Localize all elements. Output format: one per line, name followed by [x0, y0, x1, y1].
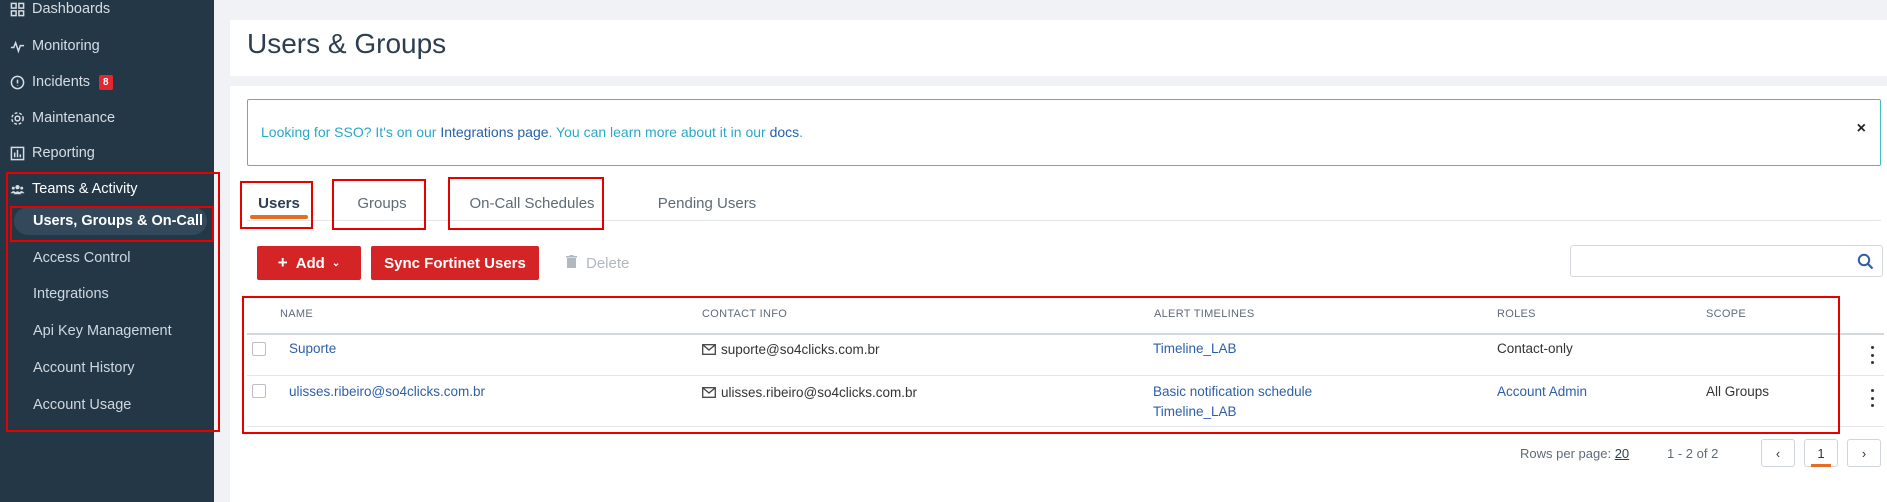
sidebar-subitem-label: Users, Groups & On-Call	[33, 213, 204, 229]
prev-page-button[interactable]: ‹	[1761, 439, 1795, 467]
next-page-button[interactable]: ›	[1847, 439, 1881, 467]
sidebar: Dashboards Monitoring Incidents 8 Mainte…	[0, 0, 214, 502]
column-header-scope[interactable]: SCOPE	[1706, 308, 1746, 320]
sidebar-item-label: Incidents	[32, 74, 91, 90]
sidebar-subitem-label: Access Control	[33, 250, 131, 266]
sidebar-subitem-api-key-management[interactable]: Api Key Management	[33, 316, 172, 346]
page-header: Users & Groups	[230, 20, 1887, 76]
sso-info-alert: Looking for SSO? It's on our Integration…	[247, 99, 1881, 166]
sidebar-item-dashboards[interactable]: Dashboards	[0, 0, 214, 24]
pagination-range: 1 - 2 of 2	[1667, 446, 1719, 461]
sidebar-item-label: Reporting	[32, 145, 95, 161]
sidebar-subitem-account-usage[interactable]: Account Usage	[33, 390, 131, 420]
incidents-count-badge: 8	[99, 74, 113, 90]
plus-icon: +	[277, 253, 288, 272]
alert-timeline-link[interactable]: Basic notification schedule	[1153, 384, 1312, 399]
tab-pending-users[interactable]: Pending Users	[651, 186, 763, 220]
user-scope: All Groups	[1706, 384, 1770, 399]
sidebar-item-incidents[interactable]: Incidents 8	[0, 67, 214, 97]
bar-chart-icon	[9, 145, 25, 161]
rows-per-page-select[interactable]: 20	[1615, 446, 1629, 461]
column-header-alert-timelines[interactable]: ALERT TIMELINES	[1154, 308, 1254, 320]
sidebar-item-label: Teams & Activity	[32, 181, 138, 197]
close-icon[interactable]: ×	[1857, 120, 1866, 138]
rows-per-page: Rows per page: 20	[1520, 446, 1629, 461]
add-button-label: Add	[295, 254, 325, 272]
delete-button-label: Delete	[586, 254, 630, 272]
dashboard-icon	[9, 1, 25, 17]
row-actions-menu-icon[interactable]	[1866, 346, 1878, 364]
active-tab-indicator	[250, 215, 308, 219]
sidebar-subitem-label: Account History	[33, 360, 135, 376]
user-role: Contact-only	[1497, 341, 1573, 356]
alert-text: .	[799, 124, 804, 140]
users-icon	[9, 181, 25, 197]
sidebar-subitem-label: Api Key Management	[33, 323, 172, 339]
contact-info: ulisses.ribeiro@so4clicks.com.br	[702, 385, 917, 400]
user-role-link[interactable]: Account Admin	[1497, 384, 1587, 399]
contact-email: suporte@so4clicks.com.br	[721, 342, 880, 357]
trash-icon	[566, 254, 577, 272]
column-header-contact-info[interactable]: CONTACT INFO	[702, 308, 787, 320]
sidebar-subitem-access-control[interactable]: Access Control	[33, 243, 131, 273]
contact-email: ulisses.ribeiro@so4clicks.com.br	[721, 385, 918, 400]
row-divider	[247, 375, 1884, 376]
sidebar-item-maintenance[interactable]: Maintenance	[0, 103, 214, 133]
tab-groups[interactable]: Groups	[350, 186, 414, 220]
row-divider	[247, 426, 1884, 427]
page-number-button[interactable]: 1	[1804, 439, 1838, 467]
tabs-divider	[247, 220, 1881, 221]
delete-button[interactable]: Delete	[566, 246, 629, 280]
add-button[interactable]: + Add ⌄	[257, 246, 361, 280]
chevron-down-icon: ⌄	[331, 257, 341, 269]
mail-icon	[702, 344, 716, 355]
sidebar-item-label: Maintenance	[32, 110, 116, 126]
sidebar-subitem-label: Integrations	[33, 286, 109, 302]
row-actions-menu-icon[interactable]	[1866, 389, 1878, 407]
sync-fortinet-users-button[interactable]: Sync Fortinet Users	[371, 246, 539, 280]
alert-text: . You can learn more about it in our	[548, 124, 770, 140]
user-name-link[interactable]: ulisses.ribeiro@so4clicks.com.br	[289, 384, 485, 399]
info-circle-icon	[9, 74, 25, 90]
integrations-page-link[interactable]: Integrations page	[440, 124, 548, 140]
alert-timeline-link[interactable]: Timeline_LAB	[1153, 404, 1237, 419]
alert-timeline-link[interactable]: Timeline_LAB	[1153, 341, 1237, 356]
sidebar-subitem-label: Account Usage	[33, 397, 132, 413]
docs-link[interactable]: docs	[770, 124, 800, 140]
contact-info: suporte@so4clicks.com.br	[702, 342, 880, 357]
search-input[interactable]	[1570, 245, 1883, 277]
page-title: Users & Groups	[247, 28, 447, 59]
user-name-link[interactable]: Suporte	[289, 341, 336, 356]
activity-icon	[9, 38, 25, 54]
sidebar-subitem-account-history[interactable]: Account History	[33, 353, 135, 383]
row-checkbox[interactable]	[252, 342, 266, 356]
sidebar-item-label: Monitoring	[32, 38, 100, 54]
sidebar-item-label: Dashboards	[32, 1, 111, 17]
alert-message: Looking for SSO? It's on our Integration…	[261, 124, 803, 140]
column-header-roles[interactable]: ROLES	[1497, 308, 1536, 320]
main-panel: Looking for SSO? It's on our Integration…	[230, 86, 1887, 502]
search-icon[interactable]	[1857, 253, 1874, 270]
rows-per-page-label: Rows per page:	[1520, 446, 1612, 461]
column-header-name[interactable]: NAME	[280, 308, 313, 320]
mail-icon	[702, 387, 716, 398]
alert-text: Looking for SSO? It's on our	[261, 124, 441, 140]
gear-icon	[9, 110, 25, 126]
tab-on-call-schedules[interactable]: On-Call Schedules	[464, 186, 600, 220]
sidebar-item-monitoring[interactable]: Monitoring	[0, 31, 214, 61]
sidebar-subitem-users-groups-oncall[interactable]: Users, Groups & On-Call	[14, 207, 207, 235]
sidebar-subitem-integrations[interactable]: Integrations	[33, 279, 109, 309]
row-checkbox[interactable]	[252, 384, 266, 398]
table-header-divider	[247, 333, 1884, 335]
sidebar-item-teams-activity[interactable]: Teams & Activity	[0, 174, 214, 204]
sidebar-item-reporting[interactable]: Reporting	[0, 138, 214, 168]
